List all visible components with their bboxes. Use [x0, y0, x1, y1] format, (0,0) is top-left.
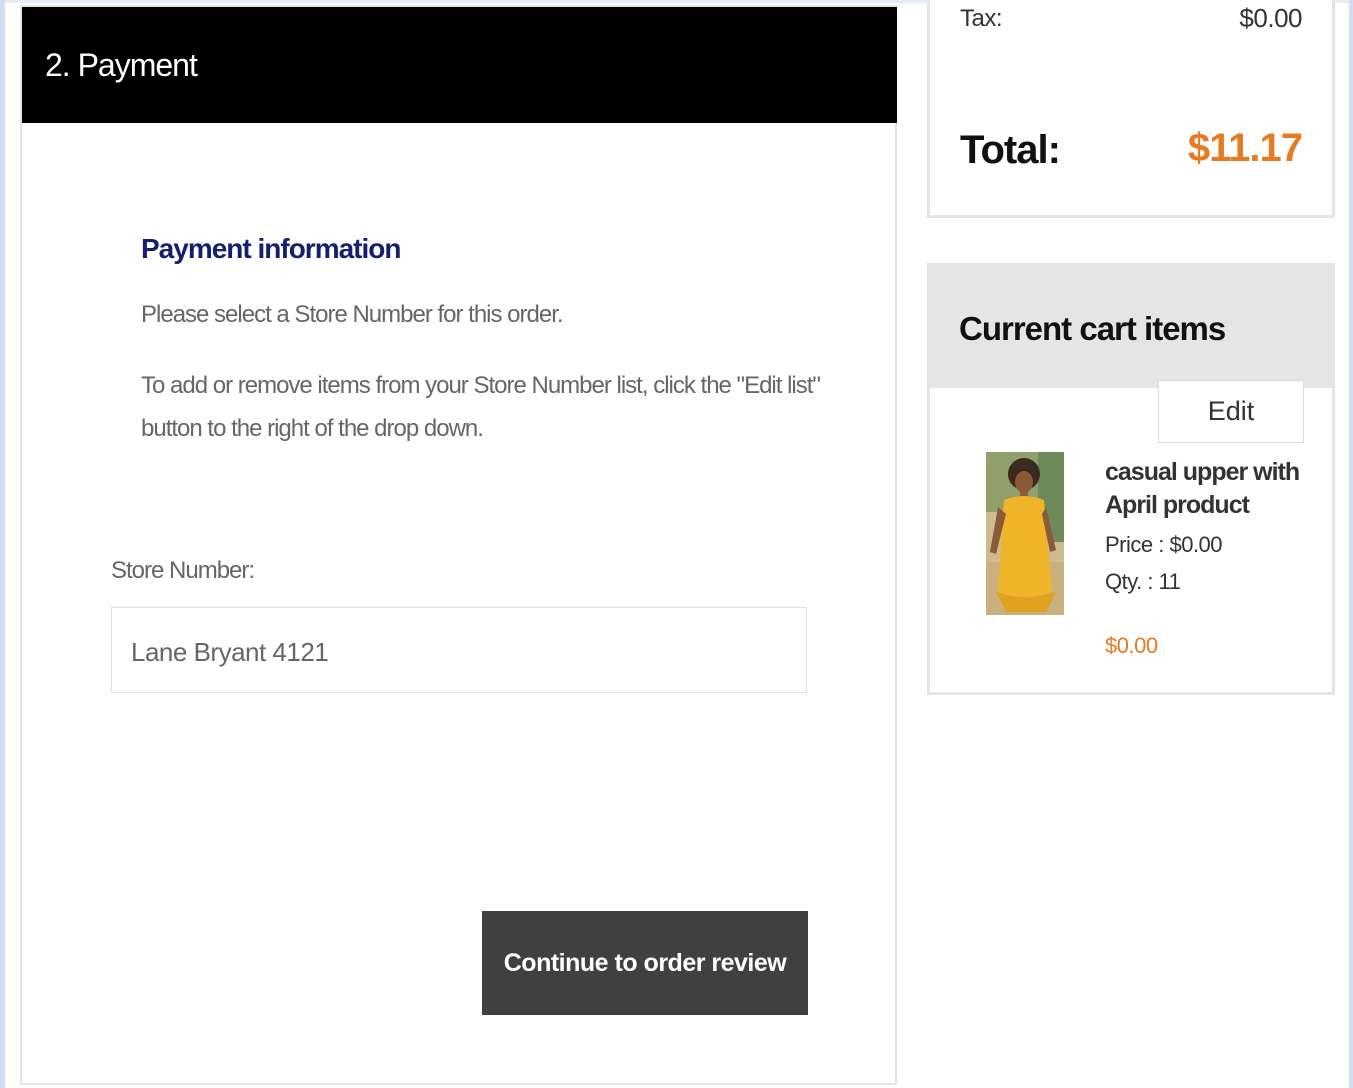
- cart-title: Current cart items: [959, 310, 1226, 347]
- product-line-total: $0.00: [1105, 633, 1158, 658]
- product-photo-icon[interactable]: [986, 452, 1064, 615]
- total-value: $11.17: [1187, 126, 1303, 170]
- tax-label: Tax:: [960, 5, 1003, 32]
- total-label: Total:: [960, 128, 1061, 172]
- payment-section: 2. Payment Payment information Please se…: [20, 5, 897, 1085]
- edit-list-instruction: To add or remove items from your Store N…: [141, 372, 821, 442]
- store-number-label: Store Number:: [111, 557, 255, 584]
- product-price: Price : $0.00: [1105, 532, 1223, 557]
- window-left-edge: [0, 0, 5, 1088]
- edit-cart-button[interactable]: Edit: [1158, 380, 1304, 443]
- store-number-dropdown[interactable]: Lane Bryant 4121: [111, 607, 807, 693]
- payment-information-heading: Payment information: [141, 233, 401, 264]
- current-cart-card: Current cart items Edit casual upper wit…: [927, 263, 1335, 695]
- product-name-link[interactable]: casual upper with April product: [1105, 456, 1320, 522]
- cart-header: Current cart items: [930, 266, 1332, 388]
- product-quantity: Qty. : 11: [1105, 569, 1181, 594]
- payment-step-title: 2. Payment: [45, 47, 198, 83]
- continue-to-order-review-button[interactable]: Continue to order review: [482, 911, 808, 1015]
- order-totals-card: Tax: $0.00 Total: $11.17: [927, 0, 1335, 218]
- payment-header: 2. Payment: [22, 7, 897, 123]
- window-right-edge: [1349, 0, 1353, 1088]
- tax-value: $0.00: [1239, 3, 1302, 33]
- store-number-value: Lane Bryant 4121: [131, 637, 329, 667]
- store-select-instruction: Please select a Store Number for this or…: [141, 301, 564, 328]
